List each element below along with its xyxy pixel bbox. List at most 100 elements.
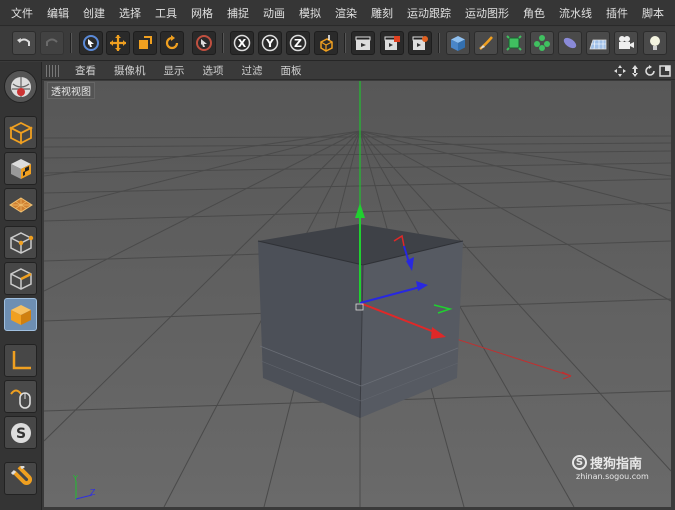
viewport-navigation	[613, 64, 671, 77]
axis-mode-button[interactable]	[4, 344, 37, 377]
make-editable-button[interactable]	[4, 70, 37, 103]
perspective-viewport[interactable]: Y Z 透视视图 S 搜狗指南 zhinan.sogou.com	[44, 81, 671, 507]
viewport-menu-cameras[interactable]: 摄像机	[105, 63, 155, 78]
svg-text:Z: Z	[90, 488, 96, 497]
menu-mesh[interactable]: 网格	[184, 5, 220, 21]
points-mode-button[interactable]	[4, 226, 37, 259]
svg-text:S: S	[15, 426, 25, 442]
toolbar-separator	[70, 33, 72, 53]
main-toolbar: X Y Z	[0, 27, 675, 61]
recent-tool-button[interactable]	[192, 31, 216, 55]
menu-motion-tracking[interactable]: 运动跟踪	[400, 5, 458, 21]
menu-script[interactable]: 脚本	[635, 5, 671, 21]
cloner-button[interactable]	[530, 31, 554, 55]
viewport-menu-filter[interactable]: 过滤	[233, 63, 272, 78]
svg-text:Z: Z	[294, 37, 302, 50]
menu-plugins[interactable]: 插件	[599, 5, 635, 21]
menu-create[interactable]: 创建	[76, 5, 112, 21]
render-view-button[interactable]	[351, 31, 375, 55]
camera-button[interactable]	[614, 31, 638, 55]
left-toolbar: S	[0, 62, 42, 510]
menu-edit[interactable]: 编辑	[40, 5, 76, 21]
coordinate-system-icon	[320, 35, 333, 52]
viewport-menu-options[interactable]: 选项	[194, 63, 233, 78]
checker-cube-icon	[10, 158, 31, 179]
edges-cube-icon	[9, 267, 32, 290]
toolbar-separator	[222, 33, 224, 53]
deformer-button[interactable]	[558, 31, 582, 55]
menu-character[interactable]: 角色	[516, 5, 552, 21]
clapboard-settings-icon	[412, 36, 428, 50]
y-axis-lock-button[interactable]: Y	[258, 31, 282, 55]
texture-mode-button[interactable]	[4, 152, 37, 185]
magnet-icon	[10, 465, 32, 485]
rotate-tool-button[interactable]	[160, 31, 184, 55]
model-cube-icon	[8, 121, 33, 144]
globe-icon	[10, 76, 31, 97]
cursor-recent-icon	[196, 35, 212, 51]
menu-mograph[interactable]: 运动图形	[458, 5, 516, 21]
menu-simulate[interactable]: 模拟	[292, 5, 328, 21]
model-mode-button[interactable]	[4, 116, 37, 149]
x-axis-lock-button[interactable]: X	[230, 31, 254, 55]
floor-grid-icon	[589, 39, 607, 50]
viewport-menu-view[interactable]: 查看	[66, 63, 105, 78]
solo-s-icon: S	[10, 422, 31, 443]
menu-tools[interactable]: 工具	[148, 5, 184, 21]
viewport-menu-panel[interactable]: 面板	[272, 63, 311, 78]
redo-icon	[46, 38, 58, 46]
rotate-view-icon[interactable]	[643, 64, 656, 77]
rotate-icon	[165, 35, 179, 50]
svg-text:Y: Y	[265, 37, 275, 50]
scale-tool-button[interactable]	[133, 31, 157, 55]
x-axis-icon: X	[233, 34, 251, 52]
menu-select[interactable]: 选择	[112, 5, 148, 21]
z-axis-lock-button[interactable]: Z	[286, 31, 310, 55]
redo-button[interactable]	[40, 31, 64, 55]
polygons-mode-button[interactable]	[4, 298, 37, 331]
workplane-grid-icon	[8, 196, 33, 213]
toolbar-separator	[438, 33, 440, 53]
toggle-view-icon[interactable]	[658, 64, 671, 77]
live-select-button[interactable]	[79, 31, 103, 55]
solo-mode-button[interactable]: S	[4, 416, 37, 449]
watermark-title: 搜狗指南	[590, 457, 643, 472]
render-to-picture-viewer-button[interactable]	[380, 31, 404, 55]
zoom-view-icon[interactable]	[628, 64, 641, 77]
viewport-menu-display[interactable]: 显示	[155, 63, 194, 78]
viewport-menu-bar: 查看 摄像机 显示 选项 过滤 面板	[42, 62, 675, 80]
menu-sculpt[interactable]: 雕刻	[364, 5, 400, 21]
menu-pipeline[interactable]: 流水线	[552, 5, 599, 21]
clapboard-render-icon	[384, 36, 400, 50]
workplane-mode-button[interactable]	[4, 188, 37, 221]
axis-corner-icon	[12, 350, 31, 369]
menu-file[interactable]: 文件	[4, 5, 40, 21]
render-settings-button[interactable]	[408, 31, 432, 55]
move-tool-button[interactable]	[106, 31, 130, 55]
cube-object-button[interactable]	[446, 31, 470, 55]
pan-view-icon[interactable]	[613, 64, 626, 77]
edges-mode-button[interactable]	[4, 262, 37, 295]
toolbar-separator	[344, 33, 346, 53]
cube-icon	[451, 36, 465, 51]
move-arrows-icon	[110, 35, 126, 51]
undo-button[interactable]	[12, 31, 36, 55]
polygons-cube-icon	[10, 304, 31, 325]
floor-environment-button[interactable]	[586, 31, 610, 55]
menu-snap[interactable]: 捕捉	[220, 5, 256, 21]
subdivision-icon	[506, 35, 522, 51]
snapping-button[interactable]	[4, 462, 37, 495]
watermark: S 搜狗指南 zhinan.sogou.com	[572, 453, 649, 481]
coordinate-system-button[interactable]	[314, 31, 338, 55]
cursor-select-icon	[83, 35, 99, 51]
light-button[interactable]	[643, 31, 667, 55]
undo-icon	[17, 38, 30, 46]
subdivision-surface-button[interactable]	[502, 31, 526, 55]
watermark-url: zhinan.sogou.com	[576, 472, 649, 481]
menu-render[interactable]: 渲染	[328, 5, 364, 21]
menu-animate[interactable]: 动画	[256, 5, 292, 21]
panel-grip-handle[interactable]	[46, 64, 60, 77]
bend-deformer-icon	[563, 37, 577, 49]
tweak-mode-button[interactable]	[4, 380, 37, 413]
pen-spline-button[interactable]	[474, 31, 498, 55]
